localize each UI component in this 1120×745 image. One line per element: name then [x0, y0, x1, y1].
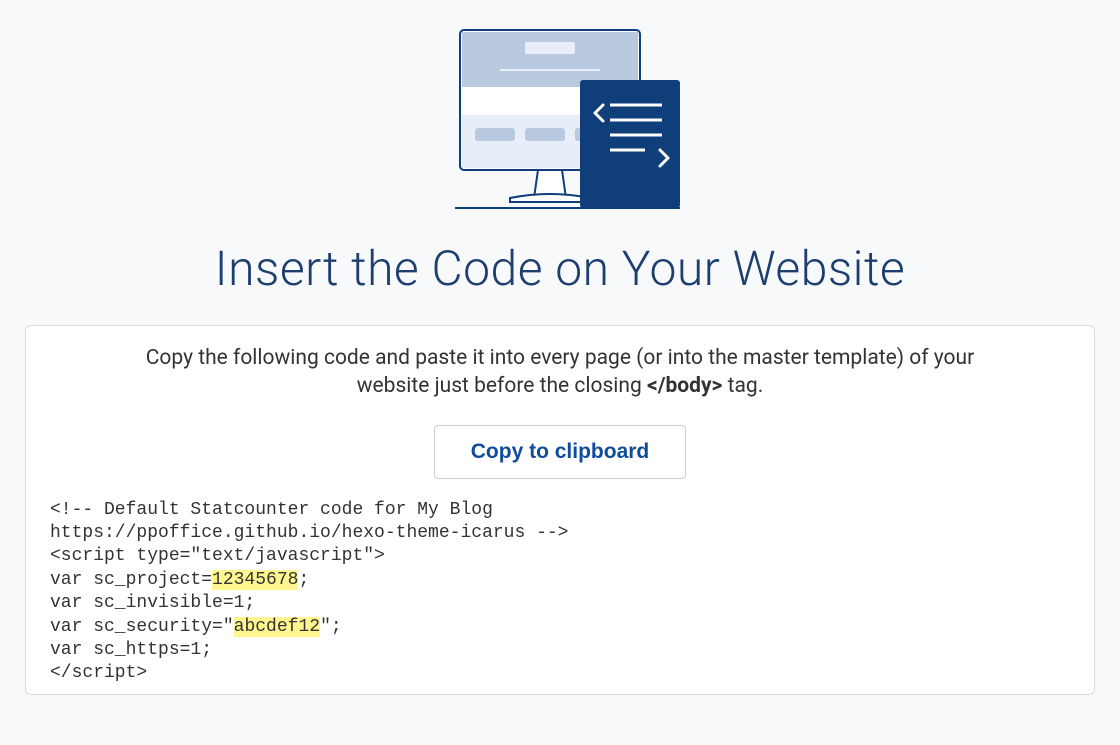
code-line-7: var sc_https=1; — [50, 640, 212, 660]
code-line-2: https://ppoffice.github.io/hexo-theme-ic… — [50, 523, 568, 543]
code-line-1: <!-- Default Statcounter code for My Blo… — [50, 500, 493, 520]
code-line-6a: var sc_security=" — [50, 617, 234, 637]
copy-button-wrap: Copy to clipboard — [46, 425, 1074, 479]
code-line-3: <script type="text/javascript"> — [50, 546, 385, 566]
page-container: Insert the Code on Your Website Copy the… — [0, 0, 1120, 695]
code-line-4b: ; — [298, 570, 309, 590]
hero-illustration — [25, 20, 1095, 225]
instruction-text: Copy the following code and paste it int… — [120, 344, 1000, 401]
code-card: Copy the following code and paste it int… — [25, 325, 1095, 695]
instruction-after: tag. — [722, 374, 763, 398]
code-block[interactable]: <!-- Default Statcounter code for My Blo… — [46, 499, 1074, 694]
code-line-6b: "; — [320, 617, 342, 637]
code-line-4a: var sc_project= — [50, 570, 212, 590]
page-title: Insert the Code on Your Website — [25, 240, 1095, 297]
code-highlight-project: 12345678 — [212, 570, 298, 590]
code-area: <!-- Default Statcounter code for My Blo… — [46, 499, 1074, 694]
code-line-8: </script> — [50, 663, 147, 683]
instruction-before: Copy the following code and paste it int… — [146, 346, 974, 398]
computer-code-icon — [410, 20, 710, 225]
code-highlight-security: abcdef12 — [234, 617, 320, 637]
code-line-5: var sc_invisible=1; — [50, 593, 255, 613]
copy-to-clipboard-button[interactable]: Copy to clipboard — [434, 425, 687, 479]
instruction-tag: </body> — [647, 374, 722, 398]
